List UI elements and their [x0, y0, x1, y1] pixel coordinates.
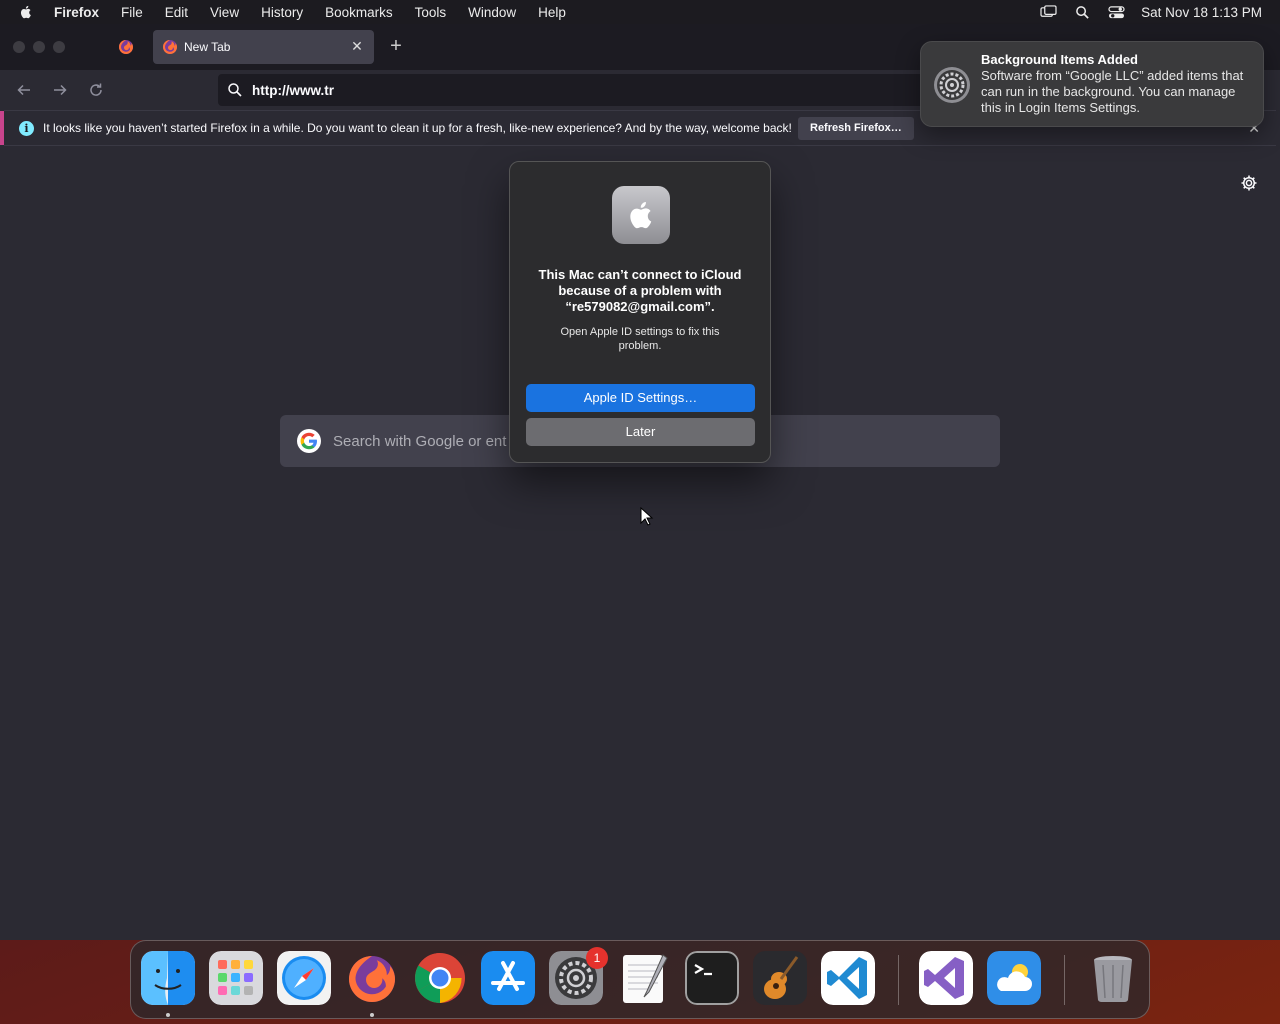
back-button[interactable]	[14, 80, 34, 100]
apple-menu-icon[interactable]	[18, 4, 34, 20]
spotlight-search-icon[interactable]	[1073, 4, 1091, 20]
firefox-icon	[119, 40, 133, 54]
finder-icon	[141, 951, 195, 1005]
screen-mirroring-icon[interactable]	[1039, 4, 1057, 20]
minimize-window-button[interactable]	[33, 41, 45, 53]
menu-bar: Firefox File Edit View History Bookmarks…	[0, 0, 1280, 24]
dock-separator	[1064, 955, 1065, 1005]
dock-safari[interactable]	[277, 951, 331, 1005]
refresh-firefox-button[interactable]: Refresh Firefox…	[798, 117, 914, 140]
google-logo-icon	[297, 429, 321, 453]
vscode-icon	[821, 951, 875, 1005]
app-store-icon	[481, 951, 535, 1005]
menu-edit[interactable]: Edit	[165, 5, 188, 20]
zoom-window-button[interactable]	[53, 41, 65, 53]
dock-chrome[interactable]	[413, 951, 467, 1005]
dock-vscode[interactable]	[821, 951, 875, 1005]
notification-badge: 1	[586, 947, 608, 969]
dock-separator	[898, 955, 899, 1005]
pinned-tab-firefox[interactable]	[112, 34, 140, 60]
later-button[interactable]: Later	[526, 418, 755, 446]
search-icon	[228, 83, 242, 97]
dock-weather[interactable]	[987, 951, 1041, 1005]
firefox-icon	[163, 40, 177, 54]
forward-button[interactable]	[50, 80, 70, 100]
terminal-icon	[685, 951, 739, 1005]
tab-new-tab[interactable]: New Tab ✕	[153, 30, 374, 64]
url-text[interactable]: http://www.tr	[252, 83, 334, 98]
mouse-cursor-icon	[640, 507, 654, 526]
menu-app-name[interactable]: Firefox	[54, 5, 99, 20]
infobar-message: It looks like you haven’t started Firefo…	[43, 121, 792, 135]
dialog-message: Open Apple ID settings to fix this probl…	[560, 326, 720, 352]
dock-garageband[interactable]	[753, 951, 807, 1005]
icloud-alert-dialog: This Mac can’t connect to iCloud because…	[509, 161, 771, 463]
apple-logo-icon	[612, 186, 670, 244]
dock-finder[interactable]	[141, 951, 195, 1005]
new-tab-button[interactable]: +	[386, 34, 406, 58]
menu-view[interactable]: View	[210, 5, 239, 20]
trash-icon	[1094, 956, 1132, 1003]
dock-textedit[interactable]	[617, 951, 671, 1005]
dock-launchpad[interactable]	[209, 951, 263, 1005]
safari-icon	[277, 951, 331, 1005]
menu-tools[interactable]: Tools	[415, 5, 447, 20]
close-window-button[interactable]	[13, 41, 25, 53]
apple-id-settings-button[interactable]: Apple ID Settings…	[526, 384, 755, 412]
running-indicator	[166, 1013, 170, 1017]
weather-icon	[987, 951, 1041, 1005]
url-bar[interactable]: http://www.tr	[218, 74, 938, 106]
garageband-icon	[753, 951, 807, 1005]
dialog-title: This Mac can’t connect to iCloud because…	[538, 267, 742, 314]
chrome-icon	[415, 953, 465, 1003]
dock-firefox[interactable]	[345, 951, 399, 1005]
window-controls	[13, 41, 73, 53]
background-items-notification[interactable]: Background Items Added Software from “Go…	[920, 41, 1264, 127]
running-indicator	[370, 1013, 374, 1017]
control-center-icon[interactable]	[1107, 4, 1125, 20]
dock-app-store[interactable]	[481, 951, 535, 1005]
tab-title: New Tab	[184, 40, 231, 54]
menu-file[interactable]: File	[121, 5, 143, 20]
menu-history[interactable]: History	[261, 5, 303, 20]
menu-clock[interactable]: Sat Nov 18 1:13 PM	[1141, 5, 1262, 20]
menu-window[interactable]: Window	[468, 5, 516, 20]
info-icon: i	[19, 120, 34, 136]
textedit-icon	[623, 954, 668, 1003]
menu-help[interactable]: Help	[538, 5, 566, 20]
dock-visual-studio[interactable]	[919, 951, 973, 1005]
notification-body: Software from “Google LLC” added items t…	[981, 68, 1244, 115]
arrow-left-icon	[17, 84, 30, 96]
menu-bookmarks[interactable]: Bookmarks	[325, 5, 393, 20]
personalize-settings-button[interactable]	[1240, 174, 1258, 192]
launchpad-icon	[209, 951, 263, 1005]
visual-studio-icon	[919, 951, 973, 1005]
arrow-right-icon	[54, 84, 67, 96]
reload-button[interactable]	[86, 80, 106, 100]
dock-trash[interactable]	[1086, 951, 1140, 1005]
firefox-icon	[349, 956, 395, 1002]
gear-icon	[1241, 175, 1257, 191]
notification-title: Background Items Added	[981, 52, 1138, 67]
dock: 1	[130, 940, 1150, 1019]
search-placeholder: Search with Google or ent	[333, 432, 507, 450]
system-settings-icon	[934, 67, 970, 103]
reload-icon	[90, 83, 102, 96]
dock-terminal[interactable]	[685, 951, 739, 1005]
close-tab-icon[interactable]: ✕	[350, 39, 364, 53]
